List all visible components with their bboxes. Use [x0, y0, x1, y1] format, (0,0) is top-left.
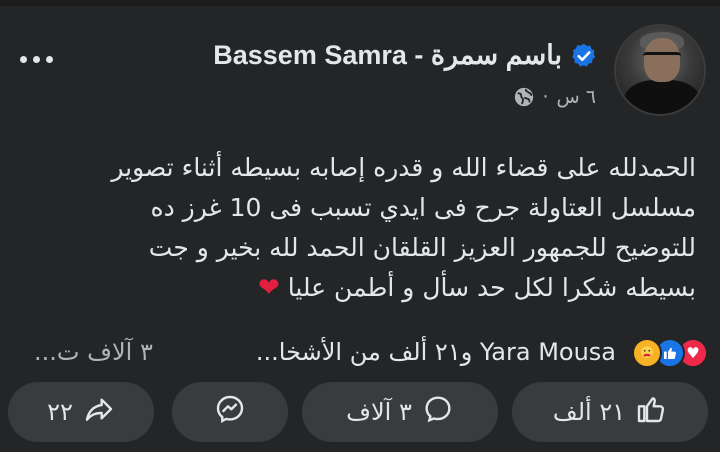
- post-text-line: للتوضيح للجمهور العزيز القلقان الحمد لله…: [148, 233, 696, 262]
- comments-count[interactable]: ٣ آلاف ت...: [34, 338, 153, 366]
- reaction-icons[interactable]: ♥: [632, 338, 708, 368]
- top-divider: [0, 0, 720, 6]
- author-name[interactable]: Bassem Samra - باسم سمرة: [213, 40, 562, 71]
- post-text: الحمدلله على قضاء الله و قدره إصابه بسيط…: [16, 148, 696, 308]
- post-time[interactable]: ٦ س: [557, 86, 596, 108]
- share-arrow-icon: [83, 393, 115, 431]
- messenger-icon: [214, 393, 246, 431]
- post-text-line-last: بسيطه شكرا لكل حد سأل و أطمن عليا ❤: [16, 268, 696, 308]
- author-avatar[interactable]: [614, 24, 706, 116]
- like-count: ٢١ ألف: [552, 398, 626, 426]
- like-button[interactable]: ٢١ ألف: [512, 382, 708, 442]
- post-text-line: مسلسل العتاولة جرح فى ايدي تسبب فى 10 غر…: [150, 193, 696, 222]
- reactions-bar: ♥ Yara Mousa و٢١ ألف من الأشخا... ٣ آلاف…: [0, 336, 720, 376]
- globe-icon[interactable]: [513, 86, 535, 108]
- red-heart-emoji-icon: ❤: [257, 273, 280, 303]
- messenger-button[interactable]: [172, 382, 288, 442]
- post-header: Bassem Samra - باسم سمرة · ٦ س: [0, 22, 720, 132]
- thumbs-up-icon: [635, 393, 667, 431]
- post-text-line: الحمدلله على قضاء الله و قدره إصابه بسيط…: [111, 153, 696, 182]
- comment-bubble-icon: [422, 393, 454, 431]
- post-meta: · ٦ س: [513, 86, 596, 108]
- reaction-summary[interactable]: Yara Mousa و٢١ ألف من الأشخا...: [256, 338, 616, 366]
- more-dots-icon[interactable]: [20, 56, 53, 63]
- care-reaction-icon: [632, 338, 662, 368]
- share-count: ٢٢: [47, 398, 73, 426]
- share-button[interactable]: ٢٢: [8, 382, 154, 442]
- author-name-row: Bassem Samra - باسم سمرة: [213, 40, 598, 71]
- verified-badge-icon: [570, 42, 598, 70]
- comment-button[interactable]: ٣ آلاف: [302, 382, 498, 442]
- action-bar: ٢٢ ٣ آلاف ٢١ ألف: [0, 382, 720, 452]
- post-text-line: بسيطه شكرا لكل حد سأل و أطمن عليا: [287, 273, 696, 302]
- meta-separator: ·: [542, 86, 549, 108]
- comment-count: ٣ آلاف: [346, 398, 412, 426]
